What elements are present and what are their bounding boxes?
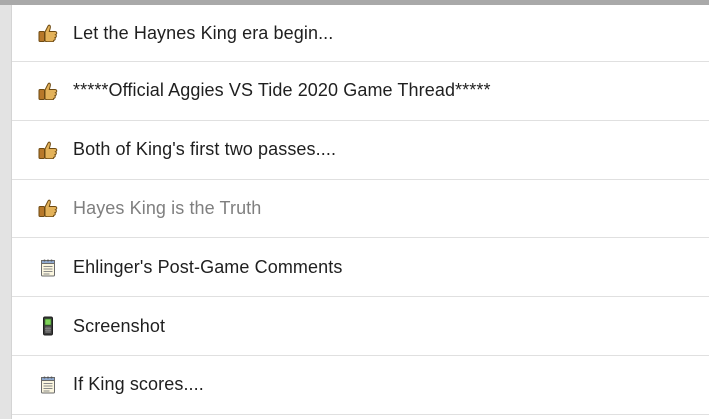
thread-title[interactable]: Let the Haynes King era begin... <box>73 23 333 44</box>
thread-title[interactable]: *****Official Aggies VS Tide 2020 Game T… <box>73 80 491 101</box>
thread-row[interactable]: Ehlinger's Post-Game Comments <box>12 238 709 298</box>
thread-title[interactable]: Ehlinger's Post-Game Comments <box>73 257 342 278</box>
thread-list-frame: Let the Haynes King era begin... *****Of… <box>0 0 709 419</box>
thread-row[interactable]: If King scores.... <box>12 356 709 415</box>
thread-title[interactable]: If King scores.... <box>73 374 204 395</box>
notepad-icon <box>37 256 59 278</box>
thumbs-up-icon <box>37 139 59 161</box>
thread-title[interactable]: Screenshot <box>73 316 165 337</box>
thumbs-up-icon <box>37 80 59 102</box>
thread-row[interactable]: Screenshot <box>12 297 709 356</box>
thumbs-up-icon <box>37 22 59 44</box>
thread-row[interactable]: Let the Haynes King era begin... <box>12 5 709 62</box>
notepad-icon <box>37 374 59 396</box>
thread-list: Let the Haynes King era begin... *****Of… <box>11 5 709 419</box>
thread-row[interactable]: Hayes King is the Truth <box>12 180 709 239</box>
thread-title[interactable]: Both of King's first two passes.... <box>73 139 336 160</box>
thumbs-up-icon <box>37 197 59 219</box>
thread-row[interactable]: Both of King's first two passes.... <box>12 121 709 180</box>
thread-title[interactable]: Hayes King is the Truth <box>73 198 261 219</box>
cellphone-icon <box>37 315 59 337</box>
thread-row[interactable]: *****Official Aggies VS Tide 2020 Game T… <box>12 62 709 121</box>
